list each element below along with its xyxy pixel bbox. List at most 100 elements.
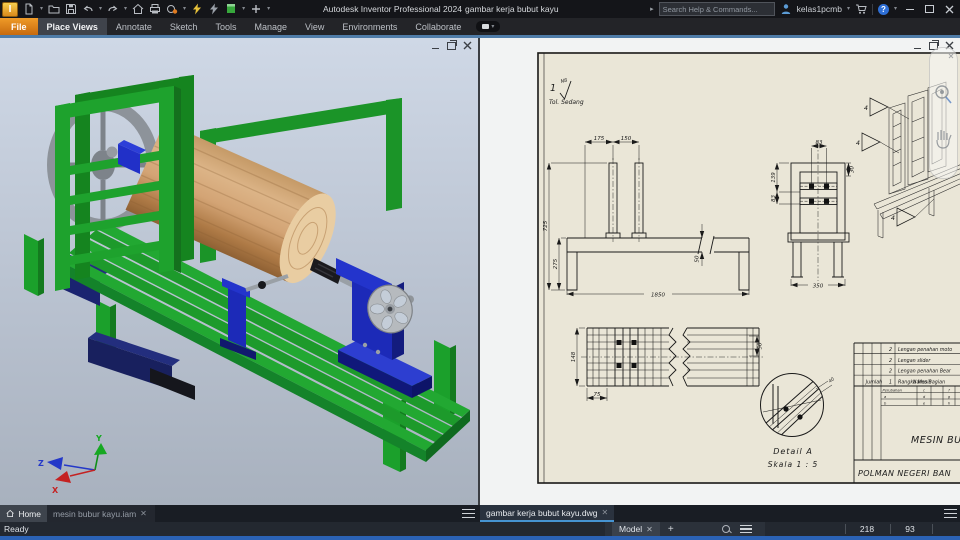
navbar-close-icon[interactable]: [948, 53, 954, 59]
assembly-window-controls: [429, 39, 474, 51]
svg-text:175: 175: [594, 136, 605, 142]
home-icon[interactable]: [132, 3, 144, 15]
help-icon[interactable]: ?: [877, 3, 889, 15]
tab-tools[interactable]: Tools: [206, 18, 245, 35]
status-divider: [845, 524, 846, 534]
ribbon-tab-bar: File Place Views Annotate Sketch Tools M…: [0, 18, 960, 35]
user-icon[interactable]: [780, 3, 792, 15]
svg-text:150: 150: [621, 136, 632, 142]
pan-hand-icon[interactable]: [936, 130, 952, 149]
tab-assembly-document[interactable]: mesin bubur kayu.iam ✕: [47, 505, 155, 522]
home-tab-icon: [6, 509, 14, 518]
child-minimize-button[interactable]: [429, 40, 442, 51]
drawing-sheet[interactable]: 1 N8 Tol. Sedang 175 150 725 275 50 1850…: [537, 52, 960, 484]
left-tab-menu-icon[interactable]: [462, 509, 475, 518]
status-text: Ready: [4, 524, 29, 534]
close-tab-icon[interactable]: ✕: [140, 509, 147, 518]
right-tab-menu-icon[interactable]: [944, 509, 957, 518]
add-icon[interactable]: [250, 3, 262, 15]
part-qty: 2: [889, 358, 892, 364]
axis-x-label: X: [52, 486, 59, 495]
qty-header: Jumlah: [865, 379, 882, 385]
material-caret-icon[interactable]: ▾: [183, 3, 186, 15]
tab-sketch[interactable]: Sketch: [161, 18, 207, 35]
tab-annotate[interactable]: Annotate: [107, 18, 161, 35]
undo-icon[interactable]: [82, 3, 94, 15]
sheet-list-menu-icon[interactable]: [740, 525, 752, 533]
drawing-title: MESIN BU: [911, 435, 960, 446]
material-icon[interactable]: [166, 3, 178, 15]
inventor-logo-icon[interactable]: I: [2, 1, 18, 17]
ilogic-lightning-icon[interactable]: [191, 3, 203, 15]
help-caret-icon[interactable]: ▾: [894, 3, 897, 15]
new-file-icon[interactable]: [23, 3, 35, 15]
tab-collaborate[interactable]: Collaborate: [406, 18, 470, 35]
svg-text:1850: 1850: [651, 292, 665, 298]
navigation-bar[interactable]: [929, 47, 958, 179]
tab-environments[interactable]: Environments: [333, 18, 406, 35]
child-close-button[interactable]: [461, 40, 474, 51]
app-title: Autodesk Inventor Professional 2024: [323, 4, 462, 14]
screencast-toggle[interactable]: ▾: [476, 21, 501, 32]
part-qty: 2: [889, 347, 892, 353]
axis-z-label: Z: [38, 459, 44, 468]
workspace: Y Z X 1 N8 Tol. Sedang 175 150 725 275 5…: [0, 38, 960, 505]
tab-place-views[interactable]: Place Views: [37, 18, 107, 35]
assembly-3d-window[interactable]: Y Z X: [0, 38, 478, 505]
tab-view[interactable]: View: [296, 18, 333, 35]
new-file-caret-icon[interactable]: ▾: [40, 3, 43, 15]
cart-icon[interactable]: [855, 3, 867, 15]
svg-text:75: 75: [594, 392, 601, 398]
undo-caret-icon[interactable]: ▾: [99, 3, 102, 15]
model-space-tab[interactable]: Model ✕: [612, 522, 660, 536]
svg-text:275: 275: [553, 258, 559, 269]
tab-drawing-document[interactable]: gambar kerja bubut kayu.dwg ✕: [480, 505, 614, 522]
part-name: Lengan slider: [898, 358, 931, 364]
occurrence-count: 218: [859, 524, 875, 534]
tab-manage[interactable]: Manage: [245, 18, 296, 35]
svg-text:1: 1: [550, 83, 556, 94]
redo-icon[interactable]: [107, 3, 119, 15]
child-restore-button[interactable]: [445, 39, 458, 51]
status-divider: [890, 524, 891, 534]
detail-label: Detail A: [773, 447, 813, 456]
toolbar-overflow-icon[interactable]: ▾: [267, 3, 270, 15]
new-sheet-button[interactable]: +: [668, 524, 674, 535]
svg-text:c: c: [923, 388, 925, 392]
status-bar: Ready Model ✕ + 218 93: [0, 522, 960, 536]
zoom-tool-icon[interactable]: [935, 85, 952, 104]
svg-text:a: a: [884, 395, 886, 399]
document-title: gambar kerja bubut kayu: [465, 4, 559, 14]
svg-text:50: 50: [695, 255, 701, 262]
search-input[interactable]: [658, 2, 775, 16]
save-icon[interactable]: [65, 3, 77, 15]
quick-access-toolbar: I ▾ ▾ ▾ ▾ ▾ ▾: [0, 1, 270, 17]
close-button[interactable]: [942, 2, 957, 16]
print-icon[interactable]: [149, 3, 161, 15]
tab-file[interactable]: File: [0, 18, 38, 35]
collapse-search-icon[interactable]: ▸: [650, 5, 654, 13]
green-box-icon[interactable]: [225, 3, 237, 15]
document-tab-bar: Home mesin bubur kayu.iam ✕ gambar kerja …: [0, 505, 960, 522]
tab-home[interactable]: Home: [0, 505, 47, 522]
open-folder-icon[interactable]: [48, 3, 60, 15]
restore-button[interactable]: [922, 2, 937, 16]
green-box-caret-icon[interactable]: ▾: [242, 3, 245, 15]
child-minimize-button[interactable]: [911, 40, 924, 51]
detail-scale: Skala 1 : 5: [768, 460, 819, 469]
part-qty: 1: [889, 379, 892, 385]
user-caret-icon[interactable]: ▾: [847, 3, 850, 15]
search-sheets-icon[interactable]: [722, 525, 730, 533]
titlebar-right-cluster: ▸ kelas1pcmb ▾ ? ▾: [650, 0, 960, 18]
user-name[interactable]: kelas1pcmb: [797, 4, 842, 14]
rules-lightning-icon[interactable]: [208, 3, 220, 15]
svg-text:4: 4: [856, 139, 860, 147]
minimize-button[interactable]: [902, 2, 917, 16]
origin-triad: Y Z X: [38, 434, 107, 495]
drawing-window[interactable]: 1 N8 Tol. Sedang 175 150 725 275 50 1850…: [478, 38, 960, 505]
svg-text:50: 50: [758, 342, 764, 349]
redo-caret-icon[interactable]: ▾: [124, 3, 127, 15]
lathe-3d-model[interactable]: Y Z X: [0, 38, 478, 505]
svg-text:83: 83: [771, 195, 777, 202]
close-tab-icon[interactable]: ✕: [602, 508, 609, 517]
